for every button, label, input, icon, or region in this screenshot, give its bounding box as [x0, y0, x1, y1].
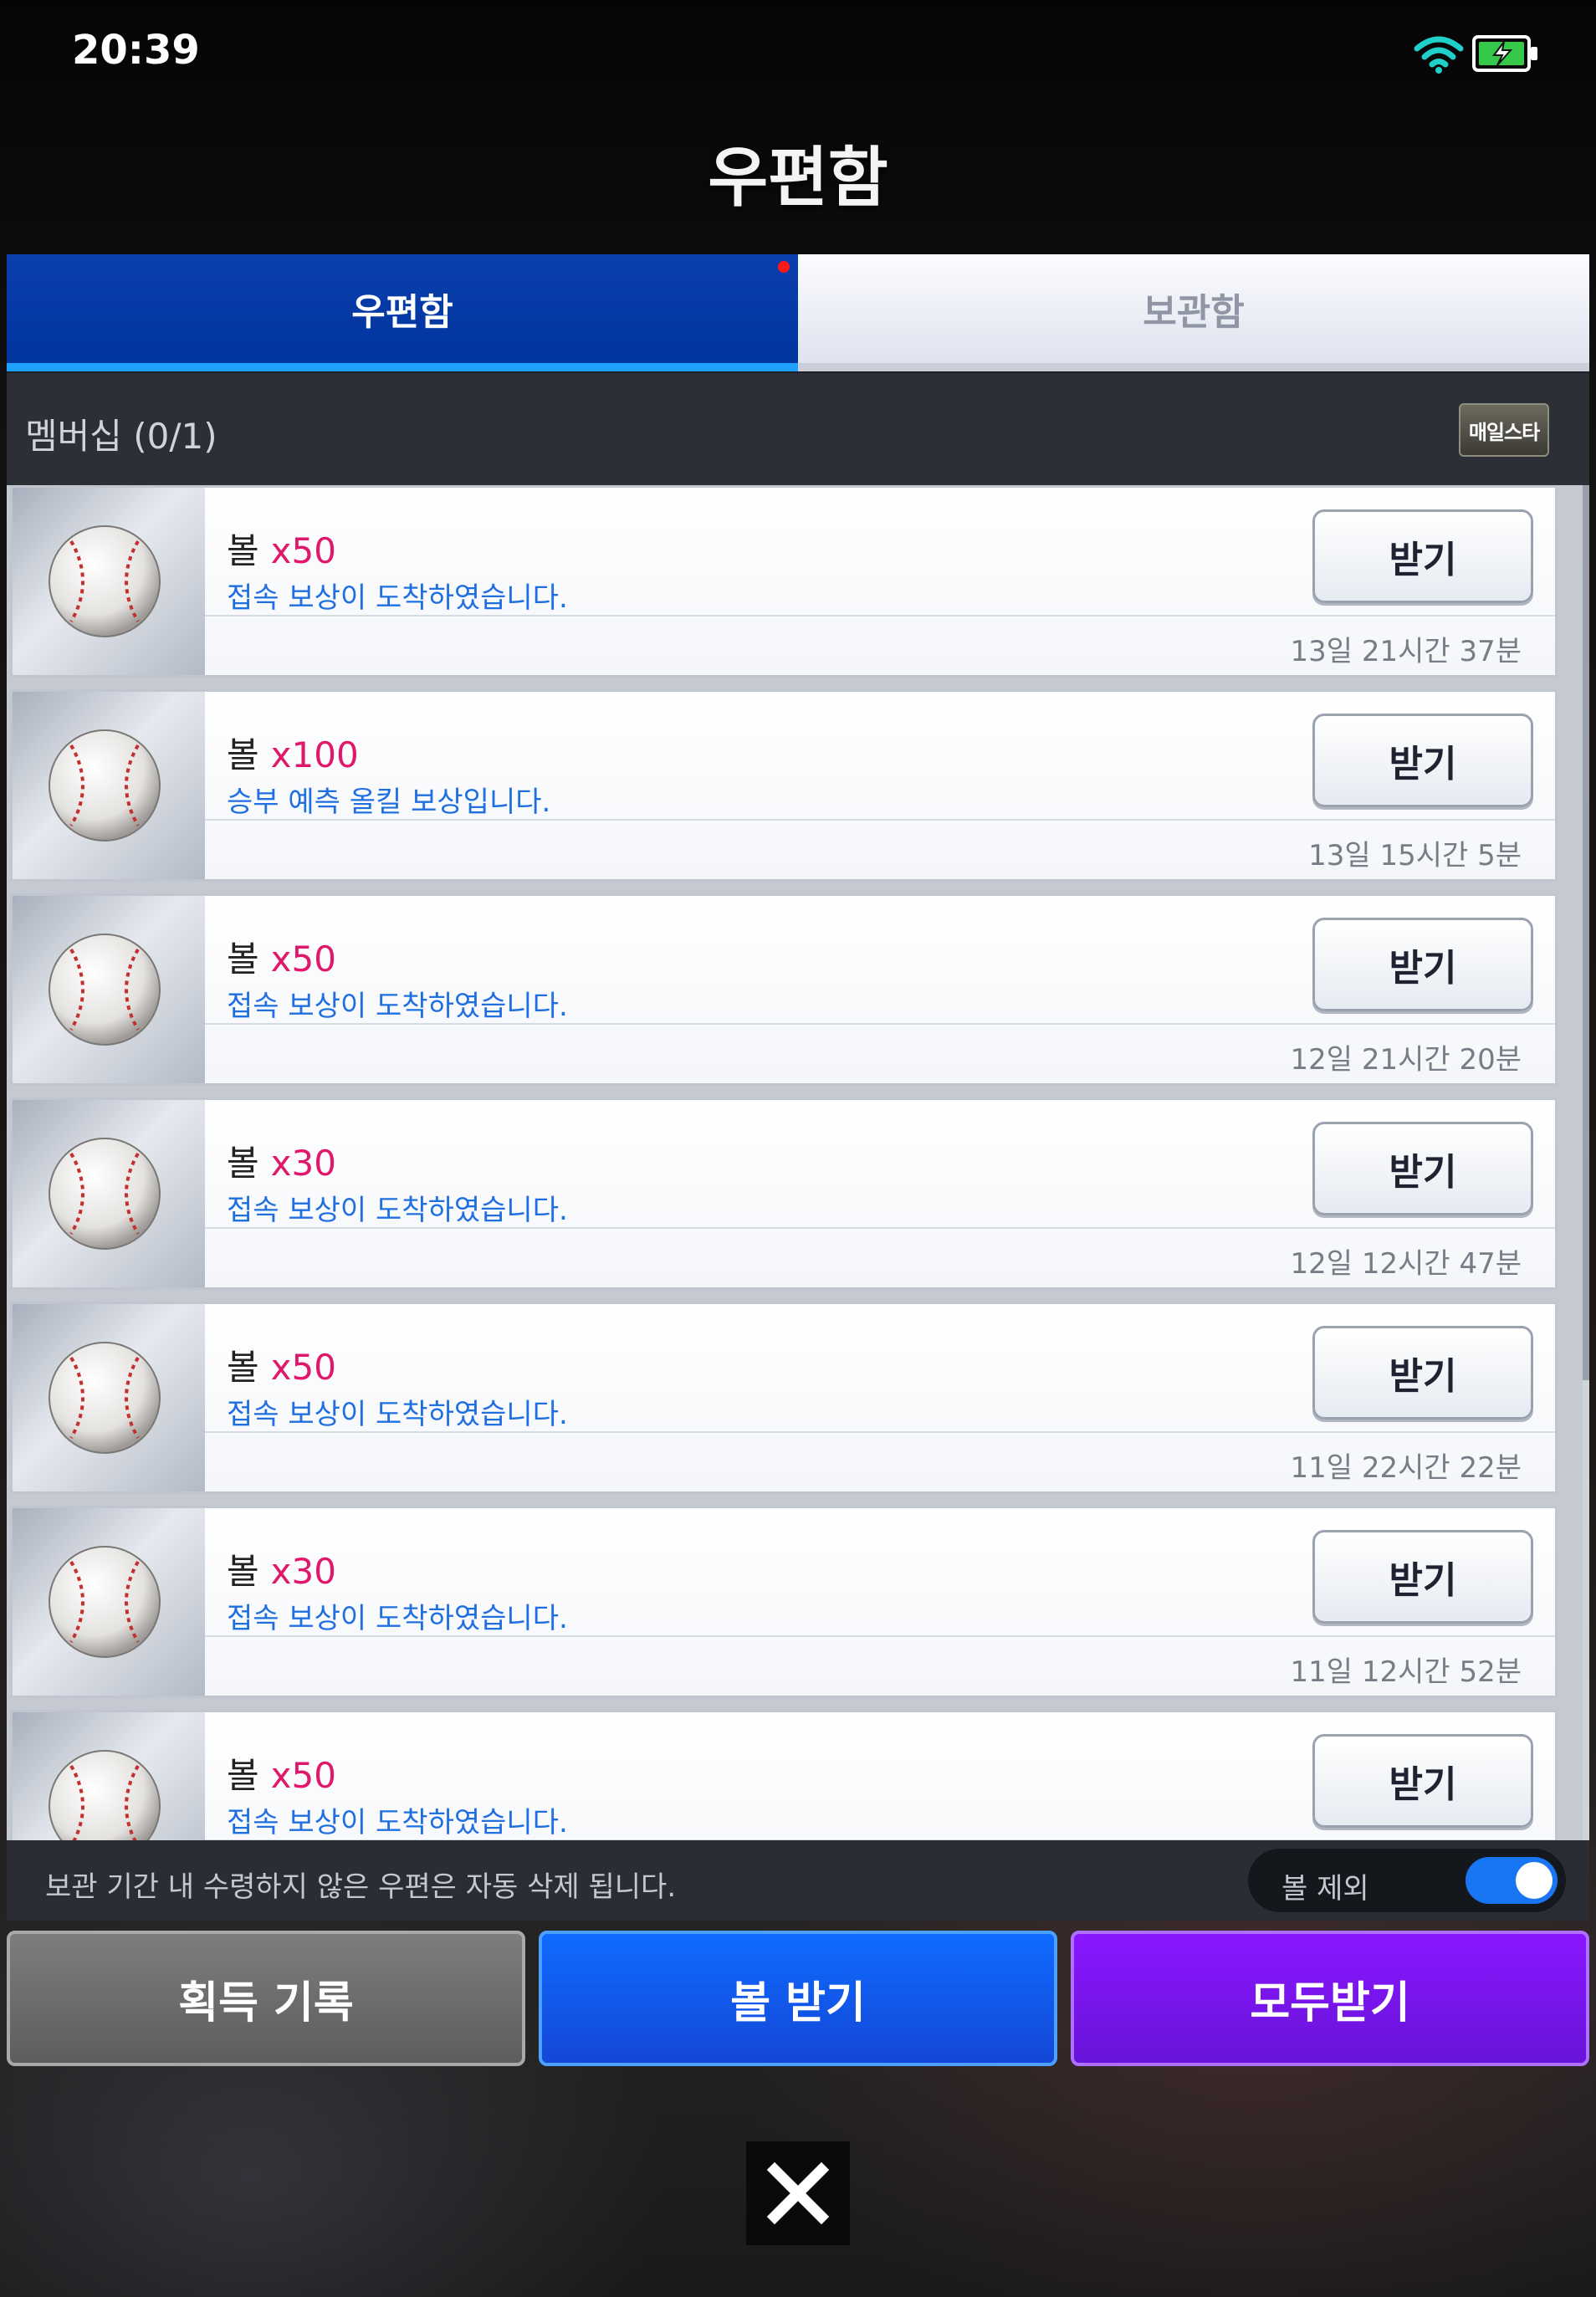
item-thumbnail — [13, 692, 205, 879]
notice-bar: 보관 기간 내 수령하지 않은 우편은 자동 삭제 됩니다. 볼 제외 — [7, 1840, 1589, 1921]
receive-button[interactable]: 받기 — [1312, 1734, 1533, 1828]
item-expiry-time: 11일 22시간 22분 — [1290, 1451, 1522, 1485]
item-description: 접속 보상이 도착하였습니다. — [227, 581, 568, 615]
item-thumbnail — [13, 1712, 205, 1840]
item-description: 접속 보상이 도착하였습니다. — [227, 1602, 568, 1635]
tab-storage-label: 보관함 — [1143, 291, 1245, 334]
receive-button[interactable]: 받기 — [1312, 918, 1533, 1011]
item-name-label: 볼 — [227, 530, 259, 571]
status-time: 20:39 — [72, 27, 200, 74]
item-name-label: 볼 — [227, 1143, 259, 1184]
item-divider — [205, 1635, 1555, 1637]
mail-item: 볼 x30 접속 보상이 도착하였습니다. 11일 12시간 52분 받기 — [10, 1506, 1558, 1698]
baseball-icon — [46, 727, 163, 844]
item-description: 접속 보상이 도착하였습니다. — [227, 990, 568, 1023]
item-divider — [205, 615, 1555, 616]
membership-bar: 멤버십 (0/1) 매일스타 — [7, 371, 1589, 485]
item-quantity: x50 — [270, 530, 336, 571]
item-divider — [205, 819, 1555, 821]
item-quantity: x30 — [270, 1551, 336, 1592]
item-quantity: x100 — [270, 734, 359, 775]
item-quantity: x50 — [270, 1347, 336, 1388]
item-name-label: 볼 — [227, 1755, 259, 1796]
receive-ball-button[interactable]: 볼 받기 — [539, 1931, 1057, 2066]
item-expiry-time: 13일 21시간 37분 — [1290, 635, 1522, 668]
receive-button[interactable]: 받기 — [1312, 1530, 1533, 1624]
item-name: 볼 x100 — [227, 727, 359, 778]
item-divider — [205, 1023, 1555, 1025]
item-name-label: 볼 — [227, 939, 259, 980]
baseball-icon — [46, 1543, 163, 1660]
toggle-knob — [1516, 1862, 1553, 1899]
tab-storage[interactable]: 보관함 — [798, 254, 1589, 371]
close-icon — [766, 2161, 830, 2225]
receive-all-button[interactable]: 모두받기 — [1071, 1931, 1589, 2066]
mail-item: 볼 x50 접속 보상이 도착하였습니다. 13일 21시간 37분 받기 — [10, 485, 1558, 678]
exclude-ball-toggle[interactable]: 볼 제외 — [1248, 1849, 1566, 1912]
item-thumbnail — [13, 488, 205, 675]
action-bar: 획득 기록 볼 받기 모두받기 — [7, 1931, 1589, 2066]
item-divider — [205, 1431, 1555, 1433]
item-name: 볼 x50 — [227, 1747, 336, 1798]
tab-bar: 우편함 보관함 — [7, 254, 1589, 371]
item-thumbnail — [13, 1304, 205, 1491]
receive-button[interactable]: 받기 — [1312, 714, 1533, 807]
mail-item: 볼 x50 접속 보상이 도착하였습니다. 받기 — [10, 1710, 1558, 1840]
mail-list[interactable]: 볼 x50 접속 보상이 도착하였습니다. 13일 21시간 37분 받기 볼 x1… — [7, 485, 1589, 1840]
item-description: 승부 예측 올킬 보상입니다. — [227, 785, 551, 819]
item-thumbnail — [13, 896, 205, 1083]
mail-item: 볼 x50 접속 보상이 도착하였습니다. 11일 22시간 22분 받기 — [10, 1302, 1558, 1494]
item-name: 볼 x30 — [227, 1543, 336, 1594]
baseball-icon — [46, 1135, 163, 1252]
mail-item: 볼 x50 접속 보상이 도착하였습니다. 12일 21시간 20분 받기 — [10, 893, 1558, 1086]
receive-button[interactable]: 받기 — [1312, 509, 1533, 603]
history-button[interactable]: 획득 기록 — [7, 1931, 525, 2066]
baseball-icon — [46, 523, 163, 640]
item-name: 볼 x50 — [227, 523, 336, 574]
membership-badge[interactable]: 매일스타 — [1459, 403, 1549, 457]
item-name: 볼 x50 — [227, 931, 336, 982]
close-button[interactable] — [746, 2141, 850, 2245]
item-name: 볼 x50 — [227, 1339, 336, 1390]
item-thumbnail — [13, 1100, 205, 1287]
scrollbar[interactable] — [1583, 485, 1589, 1840]
notice-text: 보관 기간 내 수령하지 않은 우편은 자동 삭제 됩니다. — [45, 1870, 677, 1904]
item-quantity: x30 — [270, 1143, 336, 1184]
item-name-label: 볼 — [227, 1347, 259, 1388]
tab-mailbox-label: 우편함 — [351, 291, 453, 334]
toggle-label: 볼 제외 — [1281, 1872, 1369, 1906]
baseball-icon — [46, 931, 163, 1048]
item-quantity: x50 — [270, 1755, 336, 1796]
item-description: 접속 보상이 도착하였습니다. — [227, 1194, 568, 1227]
mail-item: 볼 x100 승부 예측 올킬 보상입니다. 13일 15시간 5분 받기 — [10, 689, 1558, 882]
item-name: 볼 x30 — [227, 1135, 336, 1186]
item-description: 접속 보상이 도착하였습니다. — [227, 1806, 568, 1839]
item-name-label: 볼 — [227, 734, 259, 775]
item-expiry-time: 11일 12시간 52분 — [1290, 1655, 1522, 1689]
mail-item: 볼 x30 접속 보상이 도착하였습니다. 12일 12시간 47분 받기 — [10, 1097, 1558, 1290]
item-expiry-time: 13일 15시간 5분 — [1308, 839, 1522, 872]
item-divider — [205, 1227, 1555, 1229]
item-name-label: 볼 — [227, 1551, 259, 1592]
battery-charging-icon — [1472, 35, 1537, 72]
baseball-icon — [46, 1339, 163, 1456]
receive-button[interactable]: 받기 — [1312, 1326, 1533, 1420]
item-expiry-time: 12일 21시간 20분 — [1290, 1043, 1522, 1077]
notification-dot — [778, 261, 790, 273]
page-title: 우편함 — [708, 141, 888, 216]
receive-button[interactable]: 받기 — [1312, 1122, 1533, 1215]
item-expiry-time: 12일 12시간 47분 — [1290, 1247, 1522, 1281]
item-quantity: x50 — [270, 939, 336, 980]
status-bar: 20:39 — [0, 0, 1596, 109]
item-description: 접속 보상이 도착하였습니다. — [227, 1398, 568, 1431]
item-thumbnail — [13, 1508, 205, 1696]
scrollbar-thumb[interactable] — [1583, 485, 1589, 1380]
baseball-icon — [46, 1747, 163, 1840]
wifi-icon — [1414, 36, 1464, 74]
membership-label: 멤버십 (0/1) — [25, 416, 217, 457]
toggle-switch[interactable] — [1466, 1857, 1558, 1904]
tab-mailbox[interactable]: 우편함 — [7, 254, 798, 371]
